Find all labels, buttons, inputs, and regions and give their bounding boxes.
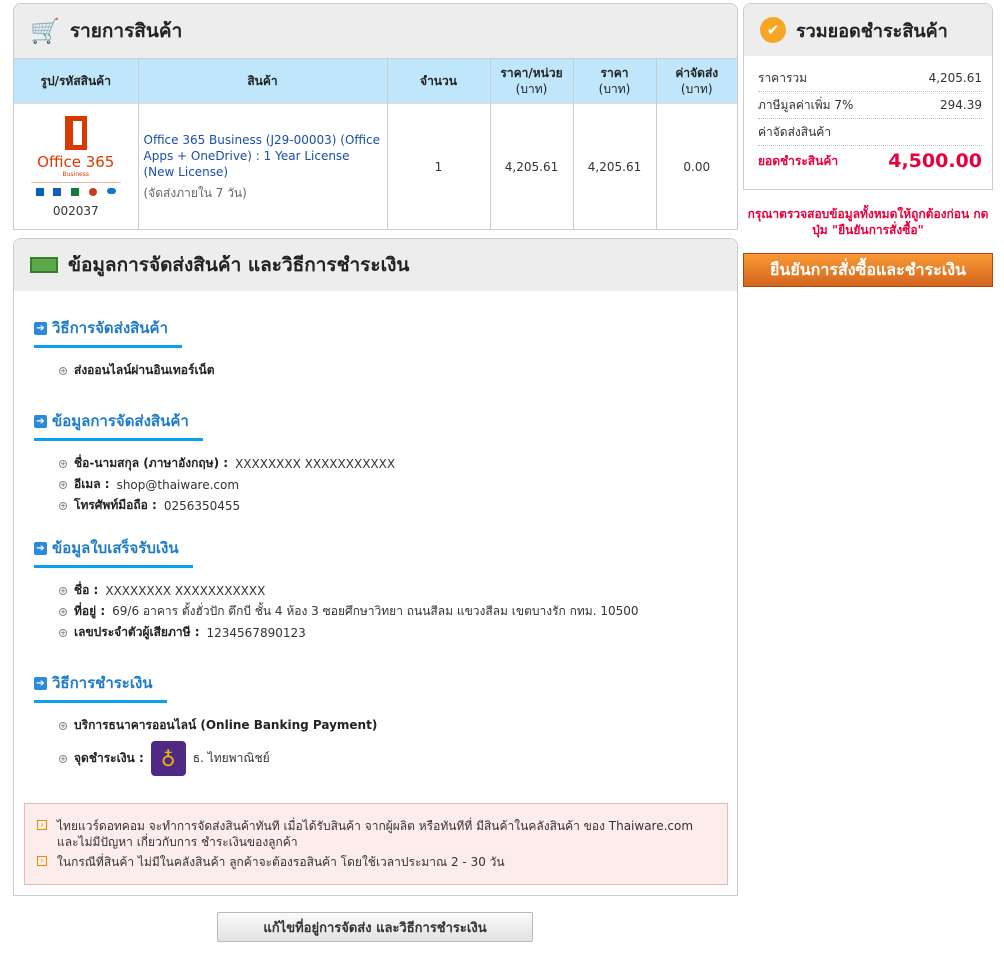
product-image-cell: Office 365 Business 002037 — [14, 103, 138, 229]
list-item: + โทรศัพท์มือถือ :0256350455 — [59, 498, 241, 513]
table-row: Office 365 Business 002037 Office 365 Bu… — [14, 103, 737, 229]
subtotal-row: ราคารวม 4,205.61 — [758, 65, 982, 92]
col-header: จำนวน — [386, 58, 490, 104]
shipping-row: ค่าจัดส่งสินค้า — [758, 119, 982, 146]
money-icon — [30, 257, 58, 273]
confirm-warning: กรุณาตรวจสอบข้อมูลทั้งหมดให้ถูกต้องก่อน … — [747, 207, 989, 237]
cart-title: รายการสินค้า — [69, 20, 183, 42]
product-name-link[interactable]: Office 365 Business (J29-00003) (Office … — [144, 132, 382, 180]
cart-icon: 🛒 — [30, 17, 60, 45]
cart-table: รูป/รหัสสินค้า สินค้า จำนวน ราคา/หน่วย (บ… — [14, 58, 737, 229]
check-badge-icon: ✔ — [760, 17, 786, 43]
list-item: + ส่งออนไลน์ผ่านอินเทอร์เน็ต — [59, 363, 215, 377]
shipping-title: ข้อมูลการจัดส่งสินค้า และวิธีการชำระเงิน — [68, 254, 410, 276]
plus-icon: + — [59, 721, 67, 730]
summary-header: ✔ รวมยอดชำระสินค้า — [744, 4, 992, 56]
scb-bank-logo: ♁ — [150, 741, 186, 776]
list-item: + อีเมล : shop@thaiware.com — [59, 477, 240, 492]
notice-item: › ในกรณีที่สินค้า ไม่มีในคลังสินค้า ลูกค้… — [37, 854, 715, 870]
edit-address-button[interactable]: แก้ไขที่อยู่การจัดส่ง และวิธีการชำระเงิน — [217, 912, 533, 942]
section-receipt-info: ➔ ข้อมูลใบเสร็จรับเงิน — [34, 536, 193, 568]
section-shipping-info: ➔ ข้อมูลการจัดส่งสินค้า — [34, 409, 203, 441]
plus-icon: + — [59, 754, 67, 763]
shipping-panel: ข้อมูลการจัดส่งสินค้า และวิธีการชำระเงิน… — [13, 238, 738, 896]
confirm-order-button[interactable]: ยืนยันการสั่งซื้อและชำระเงิน — [743, 253, 993, 287]
col-header: ราคา (บาท) — [572, 58, 656, 104]
section-shipping-method: ➔ วิธีการจัดส่งสินค้า — [34, 316, 183, 348]
list-item: + จุดชำระเงิน : ♁ ธ. ไทยพาณิชย์ — [59, 741, 270, 776]
arrow-right-icon: ➔ — [34, 321, 47, 335]
col-header: รูป/รหัสสินค้า — [14, 58, 138, 104]
chevron-right-icon: › — [37, 820, 47, 830]
app-icons — [31, 188, 121, 197]
product-cell: Office 365 Business (J29-00003) (Office … — [137, 103, 387, 229]
qty: 1 — [386, 103, 490, 229]
cart-panel: 🛒 รายการสินค้า รูป/รหัสสินค้า สินค้า จำน… — [13, 3, 738, 230]
col-header: สินค้า — [137, 58, 387, 104]
notice-box: › ไทยแวร์ดอทคอม จะทำการจัดส่งสินค้าทันที … — [24, 803, 728, 885]
arrow-right-icon: ➔ — [34, 541, 47, 555]
shipping-header: ข้อมูลการจัดส่งสินค้า และวิธีการชำระเงิน — [14, 239, 737, 291]
plus-icon: + — [59, 366, 67, 375]
total-row: ยอดชำระสินค้า 4,500.00 — [758, 150, 982, 172]
plus-icon: + — [59, 628, 67, 637]
summary-panel: ✔ รวมยอดชำระสินค้า ราคารวม 4,205.61 ภาษีม… — [743, 3, 993, 190]
list-item: + ที่อยู่ :69/6 อาคาร ตั้งฮั่วปัก ตึกบี ช… — [59, 604, 639, 618]
shipping-cost: 0.00 — [655, 103, 737, 229]
plus-icon: + — [59, 586, 67, 595]
list-item: + ชื่อ : XXXXXXXX XXXXXXXXXXX — [59, 583, 266, 598]
delivery-note: (จัดส่งภายใน 7 วัน) — [143, 185, 247, 200]
vat-row: ภาษีมูลค่าเพิ่ม 7% 294.39 — [758, 92, 982, 119]
cart-header: 🛒 รายการสินค้า — [14, 4, 737, 58]
list-item: + บริการธนาคารออนไลน์ (Online Banking Pay… — [59, 718, 378, 732]
list-item: + ชื่อ-นามสกุล (ภาษาอังกฤษ) : XXXXXXXX XXX… — [59, 456, 396, 471]
list-item: + เลขประจำตัวผู้เสียภาษี :1234567890123 — [59, 625, 306, 640]
plus-icon: + — [59, 501, 67, 510]
notice-item: › ไทยแวร์ดอทคอม จะทำการจัดส่งสินค้าทันที … — [37, 818, 715, 850]
office-logo-icon — [64, 116, 87, 151]
table-header-row: รูป/รหัสสินค้า สินค้า จำนวน ราคา/หน่วย (บ… — [14, 58, 737, 104]
plus-icon: + — [59, 459, 67, 468]
col-header: ค่าจัดส่ง (บาท) — [655, 58, 737, 104]
chevron-right-icon: › — [37, 856, 47, 866]
arrow-right-icon: ➔ — [34, 414, 47, 428]
col-header: ราคา/หน่วย (บาท) — [489, 58, 573, 104]
plus-icon: + — [59, 480, 67, 489]
arrow-right-icon: ➔ — [34, 676, 47, 690]
plus-icon: + — [59, 607, 67, 616]
unit-price: 4,205.61 — [489, 103, 573, 229]
price: 4,205.61 — [572, 103, 656, 229]
product-code: 002037 — [52, 204, 99, 219]
product-image[interactable]: Office 365 Business — [30, 116, 121, 197]
section-payment-method: ➔ วิธีการชำระเงิน — [34, 671, 167, 703]
